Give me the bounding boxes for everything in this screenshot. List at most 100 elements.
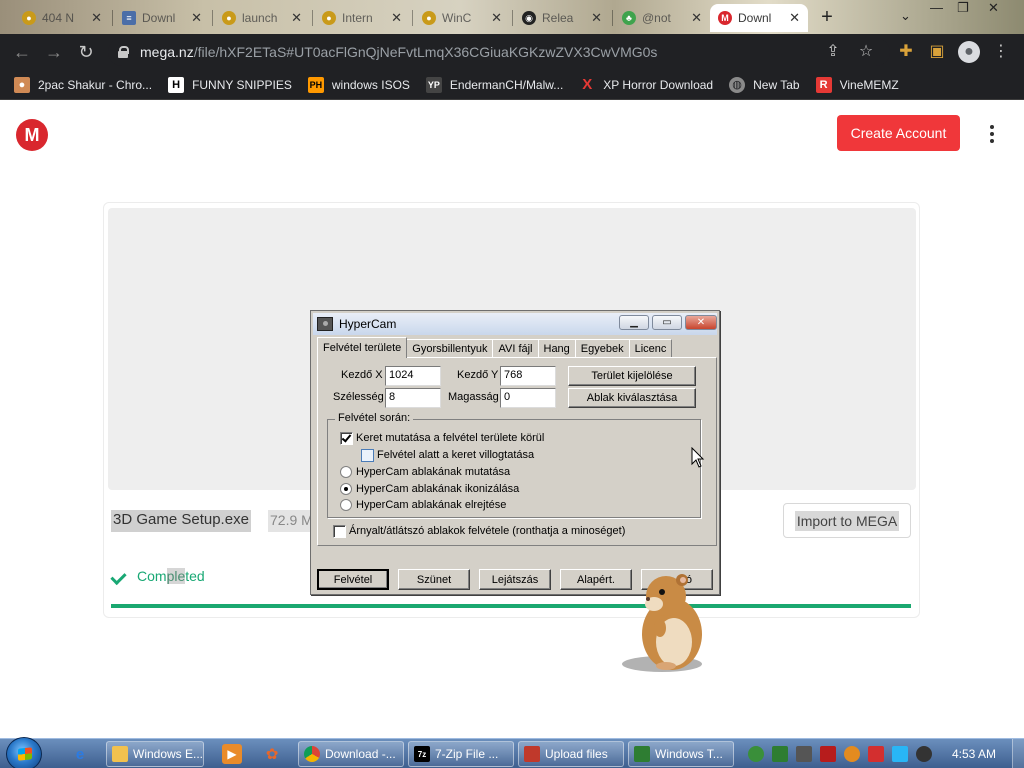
bookmark-label: New Tab	[753, 77, 800, 92]
height-field[interactable]: 0	[500, 388, 556, 408]
new-tab-button[interactable]: +	[816, 6, 838, 29]
tab-search-icon[interactable]: ⌄	[900, 8, 911, 24]
browser-tab[interactable]: ● Intern ✕	[314, 4, 410, 32]
globe-icon: ◍	[729, 76, 746, 93]
paint-icon[interactable]: ✿	[262, 744, 282, 764]
create-account-button[interactable]: Create Account	[837, 115, 960, 151]
taskbar-item[interactable]: Upload files	[518, 741, 624, 767]
iconize-window-radio[interactable]	[340, 483, 352, 495]
media-player-icon[interactable]: ▶	[222, 744, 242, 764]
internet-explorer-icon[interactable]: e	[70, 744, 90, 764]
taskbar-item[interactable]: Windows T...	[628, 741, 734, 767]
show-frame-checkbox[interactable]	[340, 432, 353, 445]
browser-tab[interactable]: ♣ @not ✕	[614, 4, 710, 32]
start-button[interactable]	[6, 737, 42, 768]
bookmark-item[interactable]: H FUNNY SNIPPIES	[168, 76, 292, 93]
bookmark-item[interactable]: R VineMEMZ	[815, 76, 899, 93]
tab-other[interactable]: Egyebek	[574, 339, 630, 357]
tray-search-icon[interactable]	[844, 746, 860, 762]
tab-avi-file[interactable]: AVI fájl	[492, 339, 539, 357]
tab-recording-area[interactable]: Felvétel területe	[317, 337, 408, 358]
minimize-icon[interactable]: —	[930, 0, 943, 15]
more-options-icon[interactable]	[982, 122, 1002, 146]
side-panel-icon[interactable]: ▣	[926, 41, 948, 63]
tab-label: WinC	[442, 11, 472, 25]
tab-label: Downl	[142, 11, 176, 25]
close-icon[interactable]: ✕	[789, 10, 800, 26]
width-field[interactable]: 8	[385, 388, 441, 408]
file-size: 72.9 M	[268, 510, 315, 532]
taskbar-item[interactable]: Download -...	[298, 741, 404, 767]
address-bar[interactable]: mega.nz /file/hXF2ETaS#UT0acFlGnQjNeFvtL…	[108, 38, 890, 66]
taskbar-item[interactable]: Windows E...	[106, 741, 204, 767]
close-button[interactable]: ✕	[685, 315, 717, 330]
close-icon[interactable]: ✕	[391, 10, 402, 26]
file-name: 3D Game Setup.exe	[111, 510, 251, 532]
record-button[interactable]: Felvétel	[317, 569, 389, 590]
tab-label: Intern	[342, 11, 373, 25]
tray-tools-icon[interactable]	[820, 746, 836, 762]
maximize-button[interactable]: ▭	[652, 315, 682, 330]
menu-icon[interactable]: ⋮	[990, 41, 1012, 63]
hide-window-radio[interactable]	[340, 499, 352, 511]
show-desktop-button[interactable]	[1012, 739, 1024, 768]
close-icon[interactable]: ✕	[91, 10, 102, 26]
import-to-mega-button[interactable]: Import to MEGA	[783, 503, 911, 538]
star-icon[interactable]: ☆	[855, 41, 877, 63]
bookmark-item[interactable]: PH windows ISOS	[307, 76, 410, 93]
blink-frame-checkbox[interactable]	[361, 449, 374, 462]
profile-avatar-icon[interactable]: ●	[958, 41, 980, 63]
back-icon[interactable]: ←	[10, 40, 34, 64]
start-y-label: Kezdő Y	[457, 369, 499, 381]
bookmark-item[interactable]: YP EndermanCH/Malw...	[425, 76, 563, 93]
bookmark-item[interactable]: ● 2pac Shakur - Chro...	[14, 76, 152, 93]
close-icon[interactable]: ✕	[291, 10, 302, 26]
start-y-field[interactable]: 768	[500, 366, 556, 386]
show-window-radio[interactable]	[340, 466, 352, 478]
browser-tab[interactable]: ● launch ✕	[214, 4, 310, 32]
browser-tab-strip: ● 404 N ✕ ≡ Downl ✕ ● launch ✕ ● Intern …	[0, 0, 1024, 34]
upload-icon	[524, 746, 540, 762]
close-icon[interactable]: ✕	[591, 10, 602, 26]
check-icon	[111, 570, 129, 584]
share-icon[interactable]: ⇪	[822, 41, 844, 63]
tab-license[interactable]: Licenc	[628, 339, 673, 357]
browser-tab-active[interactable]: M Downl ✕	[710, 4, 808, 32]
start-x-field[interactable]: 1024	[385, 366, 441, 386]
tray-flag-icon[interactable]	[868, 746, 884, 762]
bookmark-item[interactable]: ◍ New Tab	[729, 76, 800, 93]
close-window-icon[interactable]: ✕	[988, 0, 999, 16]
close-icon[interactable]: ✕	[691, 10, 702, 26]
bookmark-item[interactable]: X XP Horror Download	[579, 76, 713, 93]
play-button[interactable]: Lejátszás	[479, 569, 551, 590]
show-frame-label: Keret mutatása a felvétel területe körül	[356, 432, 545, 444]
forward-icon[interactable]: →	[42, 40, 66, 64]
tab-hotkeys[interactable]: Gyorsbillentyuk	[406, 339, 494, 357]
select-window-button[interactable]: Ablak kiválasztása	[568, 388, 696, 408]
network-globe-icon[interactable]	[748, 746, 764, 762]
browser-tab[interactable]: ≡ Downl ✕	[114, 4, 210, 32]
extensions-icon[interactable]: ✚	[895, 41, 917, 63]
system-clock[interactable]: 4:53 AM	[952, 747, 996, 761]
tray-display-icon[interactable]	[892, 746, 908, 762]
tray-app-icon[interactable]	[796, 746, 812, 762]
pause-button[interactable]: Szünet	[398, 569, 470, 590]
lock-icon	[118, 46, 129, 58]
browser-tab[interactable]: ◉ Relea ✕	[514, 4, 610, 32]
close-icon[interactable]: ✕	[191, 10, 202, 26]
taskbar-item[interactable]: 7z 7-Zip File ...	[408, 741, 514, 767]
browser-tab[interactable]: ● WinC ✕	[414, 4, 510, 32]
volume-icon[interactable]	[916, 746, 932, 762]
select-area-button[interactable]: Terület kijelölése	[568, 366, 696, 386]
browser-tab[interactable]: ● 404 N ✕	[14, 4, 110, 32]
minimize-button[interactable]: ▁	[619, 315, 649, 330]
reload-icon[interactable]: ↻	[74, 40, 98, 64]
tab-sound[interactable]: Hang	[537, 339, 576, 357]
mega-logo[interactable]: M	[16, 119, 48, 151]
taskbar-item-label: Upload files	[545, 747, 608, 761]
taskbar-item-label: 7-Zip File ...	[435, 747, 499, 761]
layered-windows-checkbox[interactable]	[333, 525, 346, 538]
close-icon[interactable]: ✕	[491, 10, 502, 26]
restore-icon[interactable]: ❐	[957, 0, 969, 16]
tray-app-icon[interactable]	[772, 746, 788, 762]
